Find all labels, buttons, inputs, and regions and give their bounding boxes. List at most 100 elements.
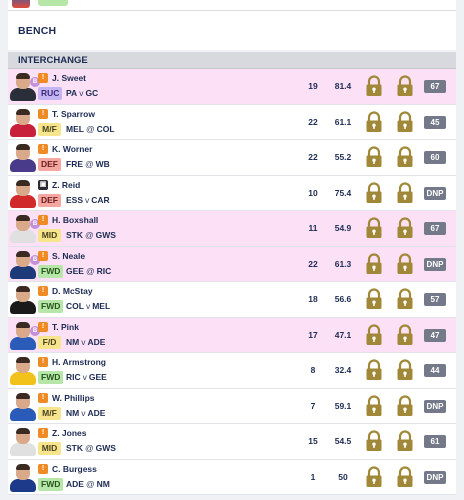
- lock-icon[interactable]: [365, 430, 383, 452]
- injury-icon[interactable]: !: [38, 286, 48, 296]
- calendar-icon[interactable]: ▣: [38, 179, 48, 190]
- player-row[interactable]: B! T. Pink F/D NM v ADE 17 47.1 47: [8, 317, 456, 353]
- lock-icon[interactable]: [396, 465, 414, 488]
- player-row[interactable]: ! Z. Jones MID STK @ GWS 15 54.5 61: [8, 424, 456, 460]
- player-row[interactable]: ! T. Sparrow M/F MEL @ COL 22 61.1 45: [8, 104, 456, 140]
- lock-icon[interactable]: [365, 146, 383, 168]
- injury-icon[interactable]: !: [38, 321, 48, 332]
- lock-icon[interactable]: [365, 217, 383, 239]
- player-row[interactable]: ! H. Armstrong FWD RIC v GEE 8 32.4 44: [8, 353, 456, 389]
- lock-icon[interactable]: [365, 75, 383, 97]
- lock-icon[interactable]: [365, 110, 383, 133]
- player-row[interactable]: B! H. Boxshall MID STK @ GWS 11 54.9 67: [8, 211, 456, 247]
- player-row[interactable]: ! D. McStay FWD COL v MEL 18 56.6 57: [8, 282, 456, 318]
- lock-icon[interactable]: [396, 359, 414, 381]
- score-badge[interactable]: 67: [424, 222, 446, 235]
- score-badge[interactable]: 47: [424, 328, 446, 342]
- player-avatar[interactable]: [10, 356, 36, 385]
- player-row[interactable]: B! S. Neale FWD GEE @ RIC 22 61.3 DNP: [8, 246, 456, 282]
- lock-icon[interactable]: [365, 394, 383, 417]
- games-played: 18: [308, 294, 318, 304]
- injury-icon[interactable]: !: [38, 392, 48, 403]
- lock-icon[interactable]: [365, 288, 383, 310]
- player-row[interactable]: ! K. Worner DEF FRE @ WB 22 55.2 60: [8, 140, 456, 176]
- injury-icon[interactable]: !: [38, 215, 48, 225]
- lock-icon[interactable]: [396, 75, 414, 97]
- fixture-text: STK @ GWS: [66, 229, 116, 242]
- player-name[interactable]: Z. Jones: [52, 428, 86, 438]
- team-abbr: COL: [66, 301, 84, 311]
- player-row[interactable]: B! J. Sweet RUC PA v GC 19 81.4 67: [8, 69, 456, 105]
- injury-icon[interactable]: !: [38, 428, 48, 438]
- player-name[interactable]: Z. Reid: [52, 180, 80, 190]
- score-badge[interactable]: 60: [424, 151, 446, 164]
- team-abbr: RIC: [66, 372, 81, 382]
- team-abbr: STK: [66, 443, 83, 453]
- opponent-abbr: CAR: [91, 194, 110, 205]
- lock-icon[interactable]: [396, 288, 414, 310]
- lock-icon[interactable]: [365, 359, 383, 381]
- player-avatar[interactable]: [10, 143, 36, 172]
- player-name[interactable]: T. Sparrow: [52, 109, 95, 119]
- score-badge[interactable]: DNP: [424, 186, 446, 200]
- injury-icon[interactable]: !: [38, 250, 48, 261]
- player-name[interactable]: W. Phillips: [52, 393, 95, 403]
- lock-icon[interactable]: [396, 181, 414, 204]
- player-avatar[interactable]: [10, 392, 36, 421]
- games-played: 7: [310, 400, 316, 411]
- team-abbr: ESS: [66, 194, 84, 205]
- player-jersey: [10, 407, 36, 421]
- score-badge[interactable]: 44: [424, 364, 446, 377]
- injury-icon[interactable]: !: [38, 357, 48, 367]
- section-title: INTERCHANGE: [18, 55, 88, 66]
- score-badge[interactable]: 67: [424, 80, 446, 93]
- player-name[interactable]: D. McStay: [52, 286, 93, 296]
- games-played: 22: [308, 152, 318, 162]
- player-name[interactable]: H. Armstrong: [52, 357, 106, 367]
- injury-icon[interactable]: !: [38, 463, 48, 474]
- player-avatar[interactable]: [10, 427, 36, 456]
- average-score: 61.1: [334, 116, 352, 127]
- player-name[interactable]: T. Pink: [52, 322, 79, 332]
- player-row[interactable]: ! W. Phillips M/F NM v ADE 7 59.1 DNP: [8, 388, 456, 424]
- player-avatar[interactable]: [10, 463, 36, 492]
- score-badge[interactable]: DNP: [424, 399, 446, 413]
- player-avatar[interactable]: [10, 179, 36, 208]
- lock-icon[interactable]: [365, 181, 383, 204]
- player-row[interactable]: ! C. Burgess FWD ADE @ NM 1 50 DNP: [8, 459, 456, 495]
- lock-icon[interactable]: [396, 394, 414, 417]
- average-score: 59.1: [334, 400, 352, 411]
- lock-icon[interactable]: [396, 146, 414, 168]
- player-avatar[interactable]: [10, 108, 36, 137]
- position-badge: MID: [38, 442, 61, 455]
- score-badge[interactable]: DNP: [424, 257, 446, 271]
- lock-icon[interactable]: [365, 323, 383, 346]
- player-name[interactable]: H. Boxshall: [52, 215, 98, 225]
- player-name[interactable]: S. Neale: [52, 251, 85, 261]
- opponent-abbr: RIC: [96, 265, 112, 276]
- lock-icon[interactable]: [396, 110, 414, 133]
- lock-icon[interactable]: [365, 465, 383, 488]
- player-avatar[interactable]: [10, 285, 36, 314]
- player-name[interactable]: K. Worner: [52, 144, 92, 154]
- team-abbr: FRE: [66, 159, 83, 169]
- position-badge: M/F: [38, 406, 61, 420]
- score-badge[interactable]: 45: [424, 115, 446, 129]
- lock-icon[interactable]: [396, 323, 414, 346]
- score-badge[interactable]: DNP: [424, 470, 446, 484]
- injury-icon[interactable]: !: [38, 108, 48, 119]
- injury-icon[interactable]: !: [38, 144, 48, 154]
- player-name[interactable]: C. Burgess: [52, 464, 97, 474]
- lock-icon[interactable]: [396, 252, 414, 275]
- score-badge[interactable]: 61: [424, 435, 446, 448]
- score-badge[interactable]: 57: [424, 293, 446, 306]
- injury-icon[interactable]: !: [38, 73, 48, 83]
- player-name[interactable]: J. Sweet: [52, 73, 86, 83]
- player-jersey: [10, 336, 36, 350]
- lock-icon[interactable]: [396, 217, 414, 239]
- lock-icon[interactable]: [365, 252, 383, 275]
- section-header-interchange: INTERCHANGE: [8, 52, 456, 69]
- lock-icon[interactable]: [396, 430, 414, 452]
- player-row[interactable]: ▣ Z. Reid DEF ESS v CAR 10 75.4 DNP: [8, 175, 456, 211]
- player-jersey: [10, 265, 36, 279]
